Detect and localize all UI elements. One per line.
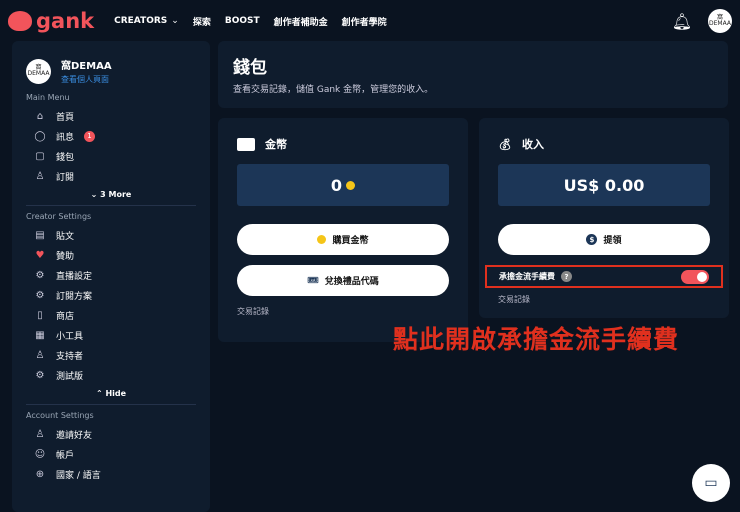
sidebar: 窩 DEMAA 窩DEMAA 查看個人頁面 Main Menu ⌂ 首頁 ◯ 訊息 1 ▢ 錢包… (12, 41, 210, 512)
top-nav: gank CREATORS ⌄ 探索 BOOST 創作者補助金 創作者學院 🔔︎ 窩… (0, 0, 740, 42)
sidebar-item[interactable]: ♥ 贊助 (26, 245, 196, 265)
sidebar-item[interactable]: ▦ 小工具 (26, 325, 196, 345)
nav-explore[interactable]: 探索 (193, 15, 211, 28)
buy-coins-button[interactable]: 購買金幣 (237, 224, 449, 255)
menu-icon: ◯ (34, 130, 46, 142)
withdraw-button[interactable]: $ 提領 (498, 224, 710, 255)
coin-icon (346, 180, 356, 190)
sidebar-item-label: 小工具 (56, 331, 84, 342)
avatar[interactable]: 窩 DEMAA (708, 9, 732, 33)
menu-icon: ☺ (34, 448, 46, 460)
fee-toggle-row: 承擔金流手續費? (485, 265, 723, 288)
sidebar-item-label: 邀請好友 (56, 430, 93, 441)
sidebar-item-label: 直播設定 (56, 271, 93, 282)
redeem-code-button[interactable]: 🎟︎ 兌換禮品代碼 (237, 265, 449, 296)
sidebar-item-label: 訂閱 (56, 172, 75, 183)
menu-icon: ⚙ (35, 369, 45, 381)
hide-button[interactable]: ⌃ Hide (26, 385, 196, 405)
sidebar-item-label: 錢包 (56, 152, 75, 163)
sidebar-item-label: 商店 (56, 311, 75, 322)
menu-icon: ♥ (35, 249, 45, 261)
income-history-link[interactable]: 交易記錄 (498, 294, 710, 305)
nav-grant[interactable]: 創作者補助金 (274, 15, 328, 28)
menu-icon: ▢ (35, 150, 45, 162)
nav-boost[interactable]: BOOST (225, 16, 260, 26)
fee-toggle[interactable] (681, 269, 709, 284)
fee-label: 承擔金流手續費 (499, 272, 555, 281)
sidebar-item[interactable]: ⌂ 首頁 (26, 106, 196, 126)
sidebar-item[interactable]: ▢ 錢包 (26, 146, 196, 166)
account-settings-heading: Account Settings (26, 411, 94, 420)
coins-history-link[interactable]: 交易記錄 (237, 306, 449, 317)
nav-academy[interactable]: 創作者學院 (342, 15, 387, 28)
sidebar-item-label: 國家 / 語言 (56, 470, 101, 481)
buy-coins-label: 購買金幣 (332, 236, 369, 246)
sidebar-item[interactable]: ♙ 訂閱 (26, 166, 196, 186)
coins-card: 金幣 0 購買金幣 🎟︎ 兌換禮品代碼 交易記錄 (218, 118, 468, 342)
sidebar-item[interactable]: ⊕ 國家 / 語言 (26, 464, 196, 484)
withdraw-label: 提領 (603, 236, 622, 246)
profile-name: 窩DEMAA (61, 61, 112, 72)
sidebar-item[interactable]: ▤ 貼文 (26, 225, 196, 245)
dollar-icon: $ (586, 234, 598, 245)
income-title: 收入 (521, 138, 544, 151)
menu-icon: ♙ (35, 349, 45, 361)
sidebar-item[interactable]: ☺ 帳戶 (26, 444, 196, 464)
sidebar-item[interactable]: ▯ 商店 (26, 305, 196, 325)
money-bag-icon: 💰︎ (498, 137, 512, 151)
sidebar-item-label: 支持者 (56, 351, 84, 362)
help-icon[interactable]: ? (561, 271, 572, 282)
creator-settings-heading: Creator Settings (26, 212, 92, 221)
main-menu-heading: Main Menu (26, 93, 70, 102)
redeem-label: 兌換禮品代碼 (324, 277, 379, 287)
menu-icon: ⚙ (35, 289, 45, 301)
sidebar-item-label: 首頁 (56, 112, 75, 123)
page-header: 錢包查看交易記錄，儲值 Gank 金幣，管理您的收入。 (218, 41, 728, 108)
red-panda-icon (8, 11, 32, 31)
nav-creators[interactable]: CREATORS (114, 16, 167, 26)
gank-logo[interactable]: gank (8, 9, 94, 33)
menu-icon: ♙ (35, 428, 45, 440)
sidebar-item[interactable]: ♙ 支持者 (26, 345, 196, 365)
sidebar-item[interactable]: ♙ 邀請好友 (26, 424, 196, 444)
menu-icon: ▤ (35, 229, 45, 241)
sidebar-item[interactable]: ⚙ 測試版 (26, 365, 196, 385)
menu-icon: ♙ (35, 170, 45, 182)
sidebar-item[interactable]: ⚙ 訂閱方案 (26, 285, 196, 305)
sidebar-item-label: 貼文 (56, 231, 75, 242)
chat-icon[interactable]: ▭ (692, 464, 730, 502)
sidebar-item-label: 測試版 (56, 371, 84, 382)
more-button[interactable]: ⌄ 3 More (26, 186, 196, 206)
sidebar-item-label: 帳戶 (56, 450, 75, 461)
coin-icon (317, 235, 327, 244)
page-subtitle: 查看交易記錄，儲值 Gank 金幣，管理您的收入。 (233, 85, 434, 95)
menu-icon: ▦ (35, 329, 45, 341)
profile-avatar[interactable]: 窩 DEMAA (26, 58, 51, 84)
sidebar-item-label: 訂閱方案 (56, 291, 93, 302)
sidebar-item-label: 贊助 (56, 251, 75, 262)
page-title: 錢包 (233, 58, 267, 78)
wallet-icon (237, 137, 255, 151)
chevron-down-icon: ⌄ (171, 16, 179, 26)
annotation-text: 點此開啟承擔金流手續費 (393, 325, 680, 354)
coins-title: 金幣 (265, 138, 287, 151)
ticket-icon: 🎟︎ (307, 275, 319, 286)
sidebar-item[interactable]: ◯ 訊息 1 (26, 126, 196, 146)
coins-balance: 0 (330, 175, 343, 195)
menu-icon: ▯ (37, 309, 43, 321)
menu-icon: ⌂ (36, 110, 44, 122)
view-profile-link[interactable]: 查看個人頁面 (61, 74, 112, 85)
bell-icon[interactable]: 🔔︎ (672, 12, 692, 31)
menu-icon: ⚙ (35, 269, 45, 281)
menu-icon: ⊕ (35, 468, 45, 480)
unread-badge: 1 (84, 130, 96, 142)
income-balance: US$ 0.00 (563, 175, 645, 195)
income-card: 💰︎ 收入 US$ 0.00 $ 提領 承擔金流手續費? 交易記錄 (479, 118, 729, 318)
sidebar-item[interactable]: ⚙ 直播設定 (26, 265, 196, 285)
sidebar-item-label: 訊息 (56, 132, 75, 143)
logo-text: gank (36, 9, 95, 33)
